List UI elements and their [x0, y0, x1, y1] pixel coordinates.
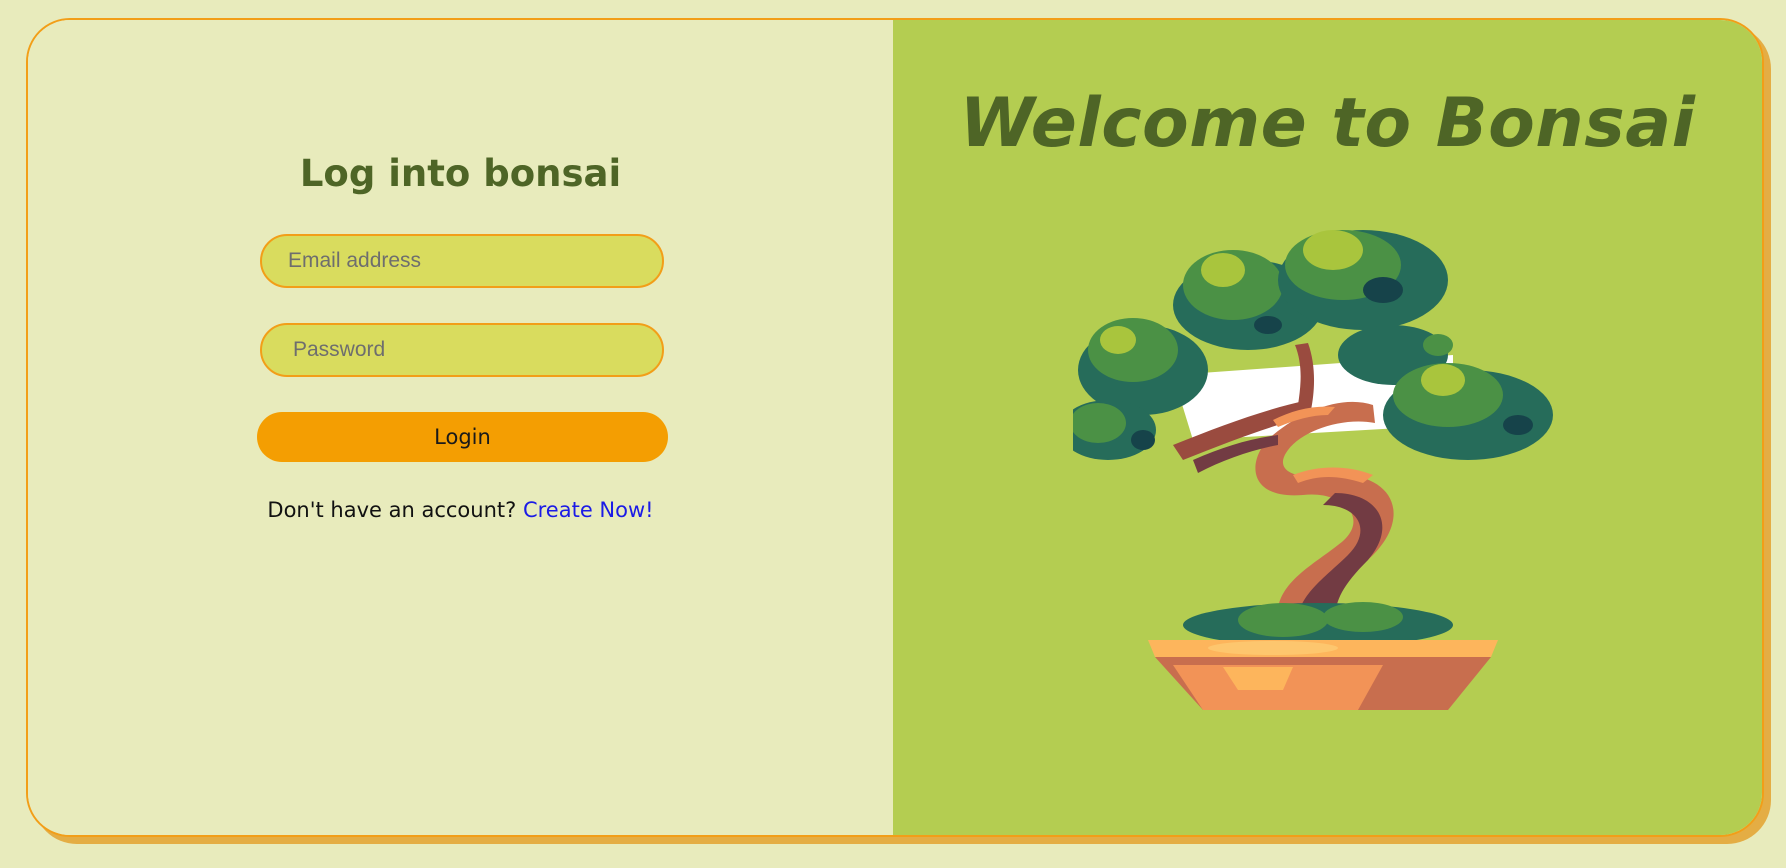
- login-card: Log into bonsai Login Don't have an acco…: [26, 18, 1764, 837]
- email-input[interactable]: [260, 234, 664, 288]
- signup-prompt-line: Don't have an account? Create Now!: [28, 498, 893, 522]
- password-input[interactable]: [260, 323, 664, 377]
- login-panel: Log into bonsai Login Don't have an acco…: [28, 20, 893, 835]
- login-button[interactable]: Login: [257, 412, 668, 462]
- create-account-link[interactable]: Create Now!: [523, 498, 654, 522]
- signup-prompt-text: Don't have an account?: [267, 498, 517, 522]
- welcome-panel: Welcome to Bonsai: [893, 20, 1762, 835]
- bonsai-tree-illustration: [1073, 230, 1553, 710]
- welcome-title: Welcome to Bonsai: [959, 84, 1696, 163]
- login-title: Log into bonsai: [299, 152, 622, 195]
